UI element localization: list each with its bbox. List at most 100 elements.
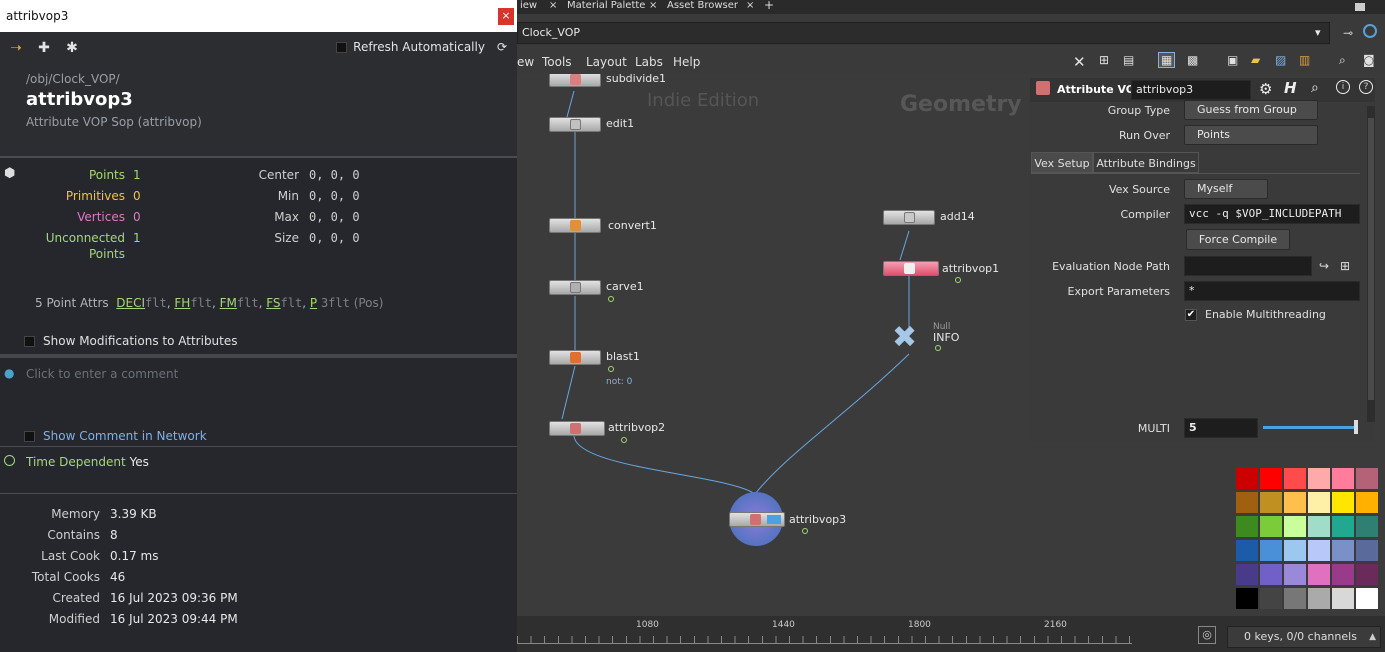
color-swatch[interactable] <box>1260 492 1282 513</box>
show-comment-checkbox[interactable] <box>24 430 35 442</box>
show-mods-row[interactable]: Show Modifications to Attributes <box>24 334 238 348</box>
pin-icon[interactable]: ➝ <box>8 40 24 56</box>
help-h-icon[interactable]: H <box>1284 79 1297 97</box>
comment-input[interactable]: Click to enter a comment <box>26 367 178 381</box>
node-blast1[interactable] <box>549 350 601 365</box>
box-icon[interactable]: ▥ <box>1299 53 1310 67</box>
tab-material-palette[interactable]: Material Palette <box>567 0 645 11</box>
tab-close-icon[interactable]: × <box>649 0 657 11</box>
grid-alt-icon[interactable]: ▩ <box>1187 53 1198 67</box>
color-swatch[interactable] <box>1260 588 1282 609</box>
force-compile-button[interactable]: Force Compile <box>1186 229 1290 250</box>
link-icon[interactable] <box>1363 24 1377 38</box>
attr-deci[interactable]: DECI <box>116 296 145 310</box>
color-swatch[interactable] <box>1308 540 1330 561</box>
color-swatch[interactable] <box>1236 492 1258 513</box>
color-swatch[interactable] <box>1236 540 1258 561</box>
color-swatch[interactable] <box>1308 516 1330 537</box>
pane-menu-icon[interactable] <box>1355 3 1365 11</box>
info-window-titlebar[interactable]: attribvop3 <box>0 0 517 32</box>
color-swatch[interactable] <box>1356 492 1378 513</box>
compiler-field[interactable]: vcc -q $VOP_INCLUDEPATH <box>1184 204 1360 224</box>
color-swatch[interactable] <box>1236 468 1258 489</box>
multi-field[interactable]: 5 <box>1184 418 1258 438</box>
color-swatch[interactable] <box>1308 468 1330 489</box>
network-path-bar[interactable]: Clock_VOP ▾ <box>517 22 1330 44</box>
refresh-checkbox[interactable] <box>336 41 348 53</box>
color-swatch[interactable] <box>1332 564 1354 585</box>
tools-icon[interactable]: ✕ <box>1073 53 1086 71</box>
gear-icon[interactable]: ⚙ <box>1259 80 1272 98</box>
note-icon[interactable]: ▰ <box>1251 53 1260 67</box>
chevron-down-icon[interactable]: ▾ <box>1315 26 1321 39</box>
tab-close-icon[interactable]: × <box>746 0 754 11</box>
search-icon[interactable]: ⌕ <box>1339 53 1346 68</box>
color-swatch[interactable] <box>1356 516 1378 537</box>
keys-channels[interactable]: 0 keys, 0/0 channels ▲ <box>1227 626 1381 648</box>
attr-fm[interactable]: FM <box>220 296 237 310</box>
color-swatch[interactable] <box>1308 588 1330 609</box>
color-swatch[interactable] <box>1236 588 1258 609</box>
node-attribvop1[interactable] <box>883 261 939 276</box>
add-icon[interactable]: ✚ <box>36 40 52 56</box>
eval-path-field[interactable] <box>1184 256 1312 276</box>
node-edit1[interactable] <box>549 117 601 132</box>
tab-attribute-bindings[interactable]: Attribute Bindings <box>1093 152 1199 173</box>
node-info-null[interactable]: ✖ <box>892 323 926 353</box>
color-swatch[interactable] <box>1260 564 1282 585</box>
attr-p[interactable]: P <box>310 296 317 310</box>
color-swatch[interactable] <box>1332 492 1354 513</box>
bug-icon[interactable]: ✱ <box>64 40 80 56</box>
color-swatch[interactable] <box>1332 540 1354 561</box>
color-swatch[interactable] <box>1284 540 1306 561</box>
menu-help[interactable]: Help <box>673 55 700 69</box>
menu-view[interactable]: ew <box>517 55 534 69</box>
multithreading-row[interactable]: ✔ Enable Multithreading <box>1185 308 1326 321</box>
parm-node-name[interactable]: attribvop3 <box>1131 80 1251 100</box>
search-icon[interactable]: ⌕ <box>1311 80 1319 96</box>
color-swatch[interactable] <box>1284 492 1306 513</box>
export-field[interactable]: * <box>1184 281 1360 301</box>
color-swatch[interactable] <box>1236 564 1258 585</box>
color-swatch[interactable] <box>1260 540 1282 561</box>
show-comment-row[interactable]: Show Comment in Network <box>24 429 207 443</box>
menu-labs[interactable]: Labs <box>635 55 663 69</box>
multi-slider-handle[interactable] <box>1354 420 1358 434</box>
tab-close-icon[interactable]: × <box>549 0 557 11</box>
tab-vex-setup[interactable]: Vex Setup <box>1031 152 1093 173</box>
node-add14[interactable] <box>883 210 935 225</box>
parm-scrollbar[interactable] <box>1367 106 1375 422</box>
picture-icon[interactable]: ▨ <box>1275 53 1286 67</box>
node-attribvop3[interactable] <box>729 512 785 527</box>
refresh-automatically[interactable]: Refresh Automatically ⟳ <box>336 40 507 54</box>
reload-icon[interactable]: ⟳ <box>497 40 507 54</box>
vex-source-menu[interactable]: Myself <box>1184 179 1268 199</box>
color-swatch[interactable] <box>1284 516 1306 537</box>
color-swatch[interactable] <box>1356 468 1378 489</box>
color-swatch[interactable] <box>1332 588 1354 609</box>
jump-icon[interactable]: ↪ <box>1319 259 1329 273</box>
question-icon[interactable]: ? <box>1359 80 1373 94</box>
node-subdivide1[interactable] <box>549 74 601 87</box>
node-chooser-icon[interactable]: ⊞ <box>1340 259 1350 273</box>
tree-icon[interactable]: ⊞ <box>1099 53 1109 67</box>
run-over-menu[interactable]: Points <box>1184 125 1318 145</box>
scroll-thumb[interactable] <box>1368 118 1374 400</box>
camera-icon[interactable]: ◙ <box>1363 53 1375 67</box>
node-convert1[interactable] <box>549 218 601 233</box>
color-swatch[interactable] <box>1356 588 1378 609</box>
color-swatch[interactable] <box>1332 468 1354 489</box>
show-mods-checkbox[interactable] <box>24 335 35 347</box>
list-icon[interactable]: ▤ <box>1123 53 1134 67</box>
color-swatch[interactable] <box>1308 492 1330 513</box>
chevron-up-icon[interactable]: ▲ <box>1369 627 1376 647</box>
multithreading-checkbox[interactable]: ✔ <box>1185 308 1197 321</box>
node-carve1[interactable] <box>549 280 601 295</box>
color-swatch[interactable] <box>1284 588 1306 609</box>
color-swatch[interactable] <box>1332 516 1354 537</box>
color-swatch[interactable] <box>1308 564 1330 585</box>
color-swatch[interactable] <box>1284 564 1306 585</box>
tab-view[interactable]: iew <box>520 0 537 11</box>
multi-slider[interactable] <box>1263 426 1357 429</box>
color-swatch[interactable] <box>1236 516 1258 537</box>
